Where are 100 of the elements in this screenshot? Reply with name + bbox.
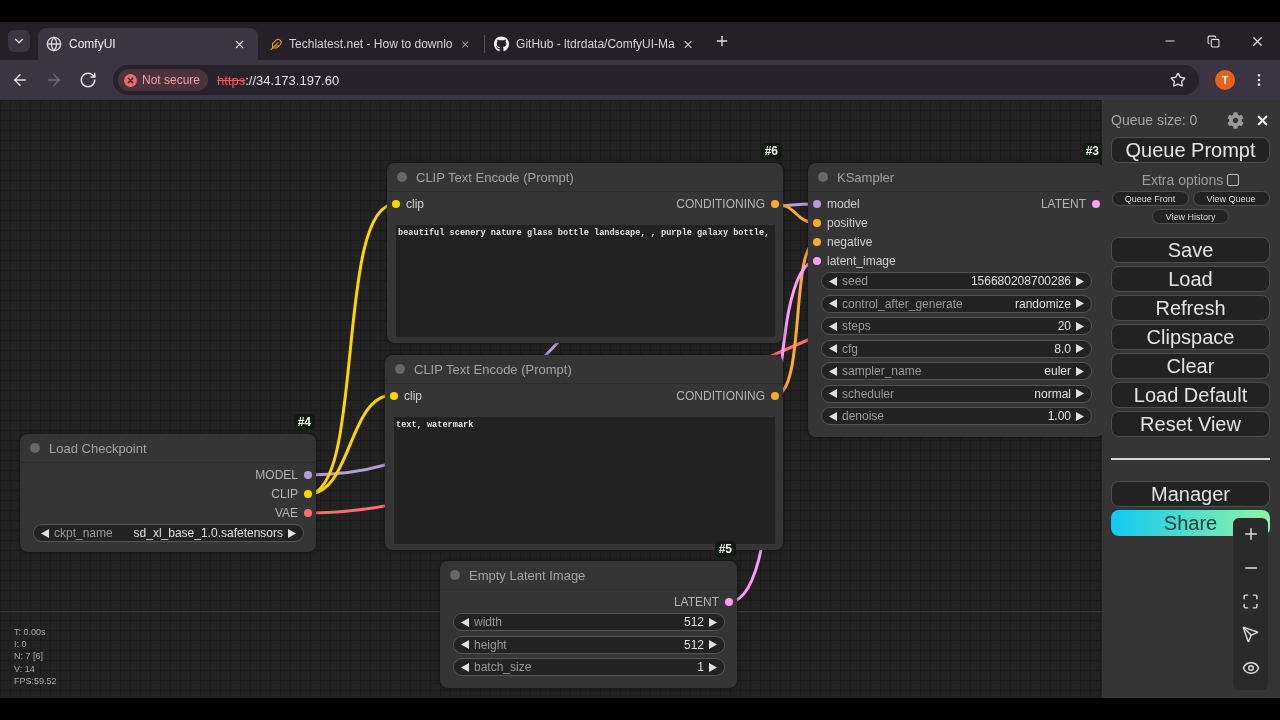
stats-line: N: 7 [6] <box>14 650 44 663</box>
left-triangle-icon[interactable] <box>829 321 837 331</box>
node-widget[interactable]: scheduler normal <box>821 384 1092 403</box>
bookmark-star-icon[interactable] <box>1170 72 1186 88</box>
slot-dot-icon[interactable] <box>392 200 400 208</box>
corner-brackets-icon[interactable] <box>1242 593 1259 610</box>
slot-dot-icon[interactable] <box>304 509 312 517</box>
slot-dot-icon[interactable] <box>813 238 821 246</box>
menu-button[interactable]: Load Default <box>1111 382 1270 408</box>
slot-dot-icon[interactable] <box>771 392 779 400</box>
menu-button[interactable]: Save <box>1111 237 1270 263</box>
right-triangle-icon[interactable] <box>1076 276 1084 286</box>
queue-action-button[interactable]: Queue Front <box>1111 191 1189 206</box>
queue-action-button[interactable]: View Queue <box>1192 191 1270 206</box>
slot-label: positive <box>827 216 868 230</box>
menu-button[interactable]: Manager <box>1111 481 1270 507</box>
node-widget[interactable]: batch_size 1 <box>453 658 725 676</box>
right-triangle-icon[interactable] <box>1076 344 1084 353</box>
slot-dot-icon[interactable] <box>304 490 312 498</box>
new-tab-icon[interactable] <box>714 33 730 49</box>
slot-dot-icon[interactable] <box>1092 200 1100 208</box>
node-widget[interactable]: control_after_generate randomize <box>821 294 1092 313</box>
stats-line: T: 0.00s <box>14 626 47 639</box>
left-triangle-icon[interactable] <box>829 276 837 286</box>
stats-line: I: 0 <box>14 638 28 651</box>
left-triangle-icon[interactable] <box>461 662 469 672</box>
restore-window-icon[interactable] <box>1207 34 1220 48</box>
node-widget[interactable]: seed 156680208700286 <box>821 272 1092 290</box>
github-logo-icon <box>494 36 510 52</box>
node-widget[interactable]: ckpt_name sd_xl_base_1.0.safetensors <box>33 524 304 542</box>
right-triangle-icon[interactable] <box>1076 299 1084 308</box>
left-triangle-icon[interactable] <box>829 344 837 353</box>
slot-dot-icon[interactable] <box>813 219 821 227</box>
menu-button[interactable]: Clear <box>1111 353 1270 379</box>
slot-dot-icon[interactable] <box>725 598 733 606</box>
prompt-text-field[interactable]: beautiful scenery nature glass bottle landscape, , purple galaxy bottle, <box>396 225 775 337</box>
address-bar[interactable]: Not secure https://34.173.197.60 <box>113 65 1199 95</box>
settings-icon[interactable] <box>1227 111 1244 129</box>
menu-button[interactable]: Clipspace <box>1111 324 1270 350</box>
node-title: CLIP Text Encode (Prompt) <box>416 169 574 185</box>
reload-icon[interactable] <box>79 71 97 89</box>
right-triangle-icon[interactable] <box>709 640 717 649</box>
menu-button[interactable]: Reset View <box>1111 411 1270 437</box>
back-icon[interactable] <box>11 71 29 89</box>
node-id-badge: #6 <box>760 143 782 159</box>
right-triangle-icon[interactable] <box>1076 366 1084 376</box>
collapse-dot-icon[interactable] <box>450 570 460 580</box>
right-triangle-icon[interactable] <box>288 528 296 538</box>
extra-options-checkbox[interactable] <box>1227 174 1240 186</box>
left-triangle-icon[interactable] <box>461 617 469 627</box>
browser-tab[interactable]: Techlatest.net - How to downlo <box>262 28 482 60</box>
queue-action-button[interactable]: View History <box>1152 209 1229 224</box>
left-triangle-icon[interactable] <box>829 299 837 308</box>
security-chip[interactable]: Not secure <box>118 69 209 91</box>
node-widget[interactable]: width 512 <box>453 613 725 631</box>
slot-label: LATENT <box>1040 197 1086 211</box>
node-widget[interactable]: denoise 1.00 <box>821 407 1092 425</box>
left-triangle-icon[interactable] <box>829 411 837 421</box>
slot-label: model <box>827 197 860 211</box>
paper-plane-icon[interactable] <box>1242 626 1259 643</box>
left-triangle-icon[interactable] <box>41 528 49 538</box>
collapse-dot-icon[interactable] <box>30 443 40 453</box>
stats-line: FPS:59.52 <box>14 674 57 687</box>
browser-tab[interactable]: GitHub - ltdrdata/ComfyUI-Ma <box>486 28 706 60</box>
node-widget[interactable]: cfg 8.0 <box>821 339 1092 358</box>
left-triangle-icon[interactable] <box>829 366 837 376</box>
slot-dot-icon[interactable] <box>813 257 821 265</box>
node-title: CLIP Text Encode (Prompt) <box>414 361 572 377</box>
node-widget[interactable]: height 512 <box>453 635 725 654</box>
node-widget[interactable]: sampler_name euler <box>821 362 1092 380</box>
queue-prompt-button[interactable]: Queue Prompt <box>1111 137 1270 163</box>
slot-label: negative <box>827 235 873 249</box>
slot-dot-icon[interactable] <box>390 392 398 400</box>
collapse-dot-icon[interactable] <box>395 364 405 374</box>
slot-dot-icon[interactable] <box>304 471 312 479</box>
eye-icon[interactable] <box>1241 659 1260 677</box>
tab-list-button[interactable] <box>8 30 30 52</box>
collapse-dot-icon[interactable] <box>397 172 407 182</box>
collapse-dot-icon[interactable] <box>818 172 828 182</box>
right-triangle-icon[interactable] <box>1076 411 1084 421</box>
slot-dot-icon[interactable] <box>813 200 821 208</box>
slot-label: MODEL <box>255 468 298 482</box>
slot-label: CLIP <box>271 487 298 501</box>
browser-tab[interactable]: ComfyUI <box>38 28 258 60</box>
right-triangle-icon[interactable] <box>1076 321 1084 331</box>
right-triangle-icon[interactable] <box>709 662 717 672</box>
left-triangle-icon[interactable] <box>829 389 837 398</box>
right-triangle-icon[interactable] <box>709 617 717 627</box>
right-triangle-icon[interactable] <box>1076 389 1084 398</box>
slot-label: LATENT <box>673 595 719 609</box>
menu-button[interactable]: Load <box>1111 266 1270 292</box>
slot-dot-icon[interactable] <box>771 200 779 208</box>
node-widget[interactable]: steps 20 <box>821 317 1092 335</box>
prompt-text-field[interactable]: text, watermark <box>394 417 775 544</box>
stats-line: V: 14 <box>14 662 36 675</box>
slot-label: latent_image <box>827 254 896 268</box>
node-id-badge: #3 <box>1081 143 1102 159</box>
menu-button[interactable]: Refresh <box>1111 295 1270 321</box>
left-triangle-icon[interactable] <box>461 640 469 649</box>
globe-icon <box>46 36 62 52</box>
